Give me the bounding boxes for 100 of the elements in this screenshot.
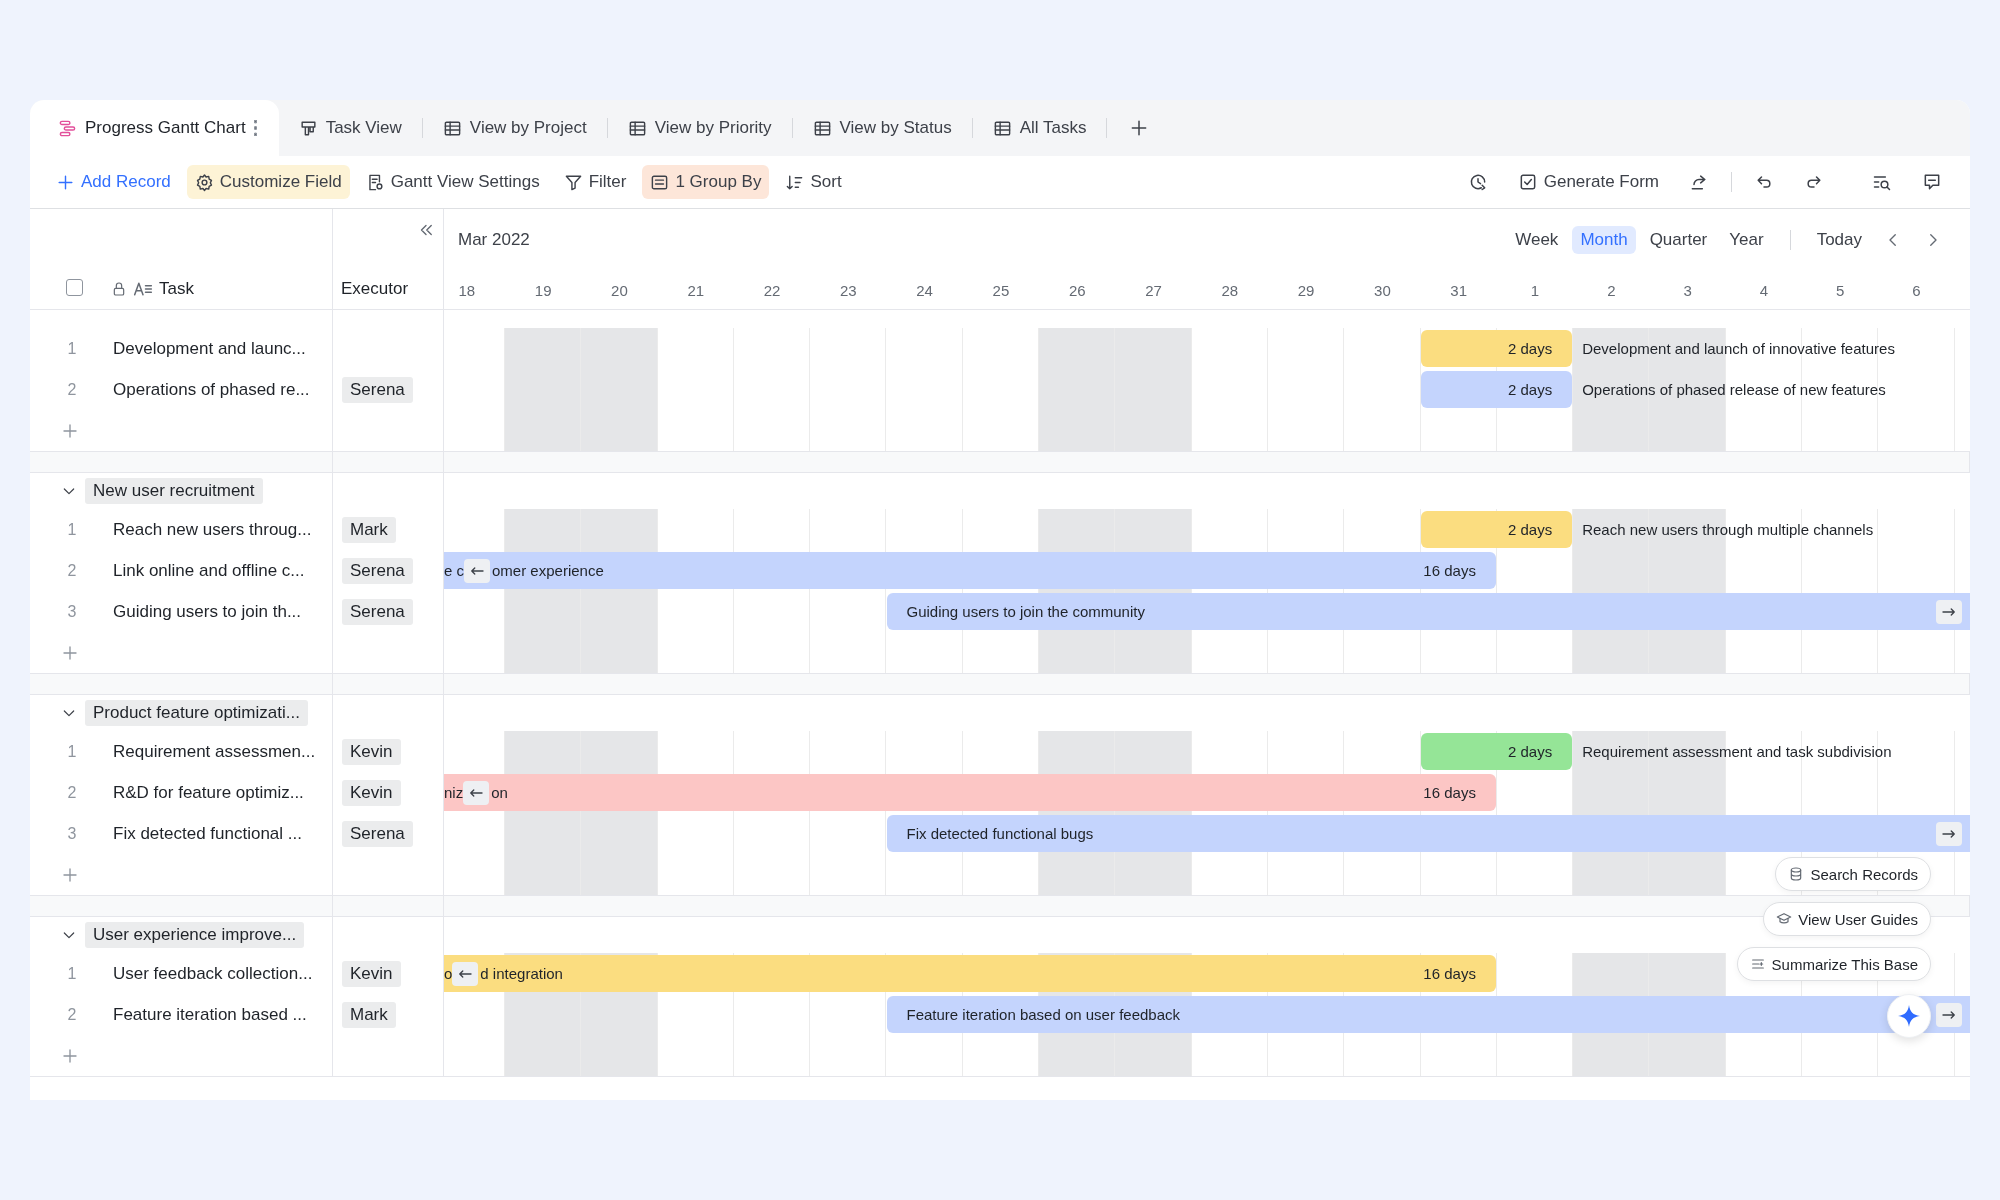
bar-title: Operations of phased release of new features bbox=[1582, 380, 1886, 399]
gantt-bar[interactable]: niz on 16 days bbox=[444, 774, 1496, 811]
executor-tag: Kevin bbox=[342, 960, 401, 987]
tab[interactable]: View by Status bbox=[792, 100, 972, 156]
bar-duration: 16 days bbox=[1423, 784, 1477, 801]
month-label: Mar 2022 bbox=[458, 230, 530, 250]
assistant-action[interactable]: Search Records bbox=[1775, 857, 1931, 891]
executor-tag: Kevin bbox=[342, 779, 401, 806]
group-name: User experience improve... bbox=[85, 922, 305, 948]
table-icon bbox=[992, 118, 1012, 138]
day-label: 2 bbox=[1606, 281, 1617, 299]
scale-tab[interactable]: Year bbox=[1721, 226, 1772, 254]
day-label: 29 bbox=[1296, 281, 1316, 299]
jump-right-button[interactable] bbox=[1936, 599, 1962, 624]
toolbar-button[interactable]: Gantt View Settings bbox=[357, 165, 548, 199]
task-name[interactable]: Requirement assessmen... bbox=[113, 741, 316, 762]
day-label: 25 bbox=[991, 281, 1011, 299]
add-record-button[interactable]: Add Record bbox=[48, 165, 179, 199]
day-label: 23 bbox=[839, 281, 858, 299]
tab[interactable]: View by Project bbox=[422, 100, 607, 156]
generate-form-button[interactable]: Generate Form bbox=[1509, 165, 1667, 199]
tab[interactable]: Task View bbox=[278, 100, 422, 156]
bar-title: e c bbox=[444, 562, 464, 579]
scale-tab[interactable]: Quarter bbox=[1641, 226, 1716, 254]
group-icon bbox=[650, 172, 670, 192]
day-label: 5 bbox=[1835, 281, 1846, 299]
task-name[interactable]: Reach new users throug... bbox=[113, 519, 312, 540]
toolbar-button[interactable]: Filter bbox=[555, 165, 635, 199]
day-label: 20 bbox=[610, 281, 629, 299]
executor-tag: Mark bbox=[342, 1001, 396, 1028]
table-icon bbox=[812, 118, 832, 138]
bar-title: d integration bbox=[479, 965, 563, 982]
task-name[interactable]: R&D for feature optimiz... bbox=[113, 782, 304, 803]
toolbar-button[interactable]: Customize Field bbox=[186, 165, 350, 199]
row-number: 2 bbox=[66, 783, 78, 802]
gantt-bar[interactable]: 2 days bbox=[1420, 371, 1573, 408]
more-icon bbox=[253, 120, 257, 136]
row-number: 2 bbox=[66, 561, 78, 580]
gantt-bar[interactable]: 2 days bbox=[1420, 511, 1573, 548]
gantt-bar[interactable]: Fix detected functional bugs bbox=[886, 815, 1970, 852]
day-label: 4 bbox=[1758, 281, 1770, 299]
gantt-bar[interactable]: Feature iteration based on user feedback bbox=[886, 996, 1970, 1033]
day-label: 3 bbox=[1682, 281, 1693, 299]
bar-duration: 2 days bbox=[1508, 521, 1554, 538]
day-label: 19 bbox=[533, 281, 553, 299]
scale-tab[interactable]: Month bbox=[1572, 226, 1636, 254]
gantt-bar[interactable]: e c omer experience 16 days bbox=[444, 552, 1496, 589]
tab[interactable]: Progress Gantt Chart bbox=[30, 100, 279, 156]
gantt-bar[interactable]: 2 days bbox=[1420, 733, 1573, 770]
bar-duration: 16 days bbox=[1423, 965, 1477, 982]
plus-icon bbox=[61, 1046, 79, 1065]
gantt-bar[interactable]: 2 days bbox=[1420, 330, 1573, 367]
assistant-action[interactable]: Summarize This Base bbox=[1736, 947, 1931, 981]
gantt-bar[interactable]: Guiding users to join the community bbox=[886, 593, 1970, 630]
task-name[interactable]: Operations of phased re... bbox=[113, 379, 310, 400]
day-label: 28 bbox=[1220, 281, 1240, 299]
executor-tag: Serena bbox=[342, 376, 413, 403]
task-name[interactable]: Guiding users to join th... bbox=[113, 601, 302, 622]
jump-left-button[interactable] bbox=[464, 558, 490, 583]
row-number: 1 bbox=[66, 520, 78, 539]
bar-title: Requirement assessment and task subdivision bbox=[1582, 742, 1892, 761]
checkbox[interactable] bbox=[66, 279, 83, 296]
gantt-bar[interactable]: o d integration 16 days bbox=[444, 955, 1496, 992]
plus-icon bbox=[61, 421, 79, 440]
day-label: 6 bbox=[1911, 281, 1922, 299]
plus-icon bbox=[61, 643, 79, 662]
assistant-action[interactable]: View User Guides bbox=[1763, 902, 1931, 936]
scale-tab[interactable]: Week bbox=[1507, 226, 1567, 254]
row-number: 2 bbox=[66, 380, 78, 399]
bar-duration: 16 days bbox=[1423, 562, 1477, 579]
toolbar-button[interactable]: Sort bbox=[777, 165, 850, 199]
column-header: Task bbox=[159, 279, 194, 299]
day-label: 1 bbox=[1529, 281, 1541, 299]
executor-tag: Kevin bbox=[342, 738, 401, 765]
task-name[interactable]: Development and launc... bbox=[113, 338, 306, 359]
row-number: 3 bbox=[66, 824, 78, 843]
table-icon bbox=[442, 118, 462, 138]
jump-left-button[interactable] bbox=[463, 780, 490, 805]
task-name[interactable]: Feature iteration based ... bbox=[113, 1004, 307, 1025]
bar-title: Development and launch of innovative features bbox=[1582, 339, 1895, 358]
day-label: 27 bbox=[1144, 281, 1163, 299]
group-name: New user recruitment bbox=[85, 478, 263, 504]
bar-duration: 2 days bbox=[1508, 340, 1554, 357]
group-name: Product feature optimizati... bbox=[85, 700, 308, 726]
bar-duration: 2 days bbox=[1508, 743, 1554, 760]
text-type-icon bbox=[133, 279, 153, 299]
row-number: 1 bbox=[66, 339, 78, 358]
task-name[interactable]: User feedback collection... bbox=[113, 963, 313, 984]
task-name[interactable]: Fix detected functional ... bbox=[113, 823, 302, 844]
toolbar-button[interactable]: 1 Group By bbox=[642, 165, 770, 199]
task-name[interactable]: Link online and offline c... bbox=[113, 560, 305, 581]
jump-left-button[interactable] bbox=[452, 961, 479, 986]
today-button[interactable]: Today bbox=[1808, 226, 1870, 254]
jump-right-button[interactable] bbox=[1936, 821, 1962, 846]
tab[interactable]: View by Priority bbox=[607, 100, 792, 156]
board-icon bbox=[298, 118, 318, 138]
column-header: Executor bbox=[341, 279, 409, 299]
jump-right-button[interactable] bbox=[1936, 1002, 1962, 1027]
tab[interactable]: All Tasks bbox=[972, 100, 1107, 156]
plus-icon bbox=[61, 865, 79, 884]
